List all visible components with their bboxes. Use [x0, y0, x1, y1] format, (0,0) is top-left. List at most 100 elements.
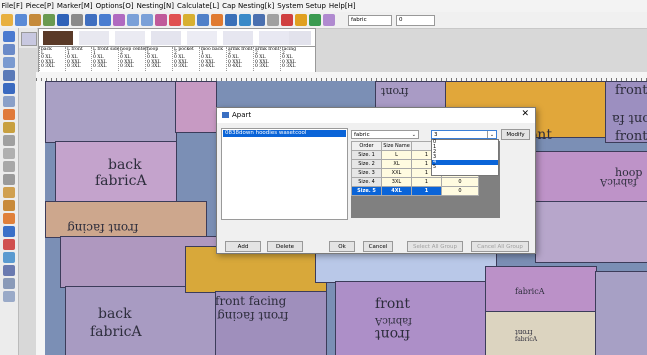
- line-icon[interactable]: [3, 161, 15, 172]
- export-icon[interactable]: [99, 14, 111, 26]
- notch-icon[interactable]: [3, 174, 15, 185]
- cancel-all-group-button[interactable]: Cancel All Group: [471, 241, 529, 252]
- piece-column[interactable]: L front 1 0 XL 0 XXL 0 3XL: [65, 47, 90, 73]
- layout-icon[interactable]: [253, 14, 265, 26]
- piece-column[interactable]: armk front 2 0 XL 0 XXL 0 3XL: [253, 47, 280, 73]
- flag-icon[interactable]: [309, 14, 321, 26]
- menu-piece[interactable]: Piece[P]: [24, 2, 55, 10]
- delete-button[interactable]: Delete: [267, 241, 303, 252]
- pin-icon[interactable]: [281, 14, 293, 26]
- cancel-button[interactable]: Cancel: [363, 241, 393, 252]
- fit-icon[interactable]: [3, 70, 15, 81]
- table-row[interactable]: Size. 4 3XL 1 0: [351, 177, 479, 187]
- layer-select[interactable]: 0: [396, 14, 435, 26]
- cut-icon[interactable]: [3, 135, 15, 146]
- brush-icon[interactable]: [3, 200, 15, 211]
- marker-list[interactable]: 0838down hoodies wasetcool: [221, 128, 348, 220]
- plot-icon[interactable]: [85, 14, 97, 26]
- marker-piece[interactable]: [65, 286, 217, 355]
- ok-button[interactable]: Ok: [329, 241, 355, 252]
- align-icon[interactable]: [3, 265, 15, 276]
- open-icon[interactable]: [1, 14, 13, 26]
- piece-thumb[interactable]: [289, 31, 311, 45]
- redo-icon[interactable]: [141, 14, 153, 26]
- piece-thumb[interactable]: [223, 31, 253, 45]
- grid-icon[interactable]: [197, 14, 209, 26]
- dropdown-option[interactable]: 5: [432, 165, 498, 170]
- menu-help[interactable]: Help[H]: [327, 2, 357, 10]
- fabric-combo[interactable]: fabric ⌄: [351, 130, 419, 139]
- table-icon[interactable]: [225, 14, 237, 26]
- pen-icon[interactable]: [155, 14, 167, 26]
- piece-thumb[interactable]: [79, 31, 109, 45]
- nest-icon[interactable]: [3, 252, 15, 263]
- canvas-label: front facing: [217, 309, 289, 323]
- piece-table: back L 0 XL 0 XXL 0 3XL L front 1 0 XL 0…: [38, 46, 316, 74]
- list-item[interactable]: 0838down hoodies wasetcool: [223, 130, 346, 137]
- chart-icon[interactable]: [239, 14, 251, 26]
- piece-thumb[interactable]: [259, 31, 289, 45]
- piece-thumb[interactable]: [43, 31, 73, 45]
- zoom-icon[interactable]: [3, 44, 15, 55]
- modify-button[interactable]: Modify: [501, 129, 530, 140]
- piece-column[interactable]: back L 0 XL 0 XXL 0 3XL: [39, 47, 64, 73]
- canvas-label: front: [375, 326, 410, 342]
- pen-tool-icon[interactable]: [3, 187, 15, 198]
- marker-icon[interactable]: [29, 14, 41, 26]
- fabric-select[interactable]: fabric: [348, 14, 392, 26]
- marker-piece[interactable]: [485, 311, 607, 355]
- piece-column[interactable]: hoop center 2 0 XL 0 XXL 0 3XL: [118, 47, 147, 73]
- view-toggle-icon[interactable]: [21, 32, 37, 46]
- flip-icon[interactable]: [3, 109, 15, 120]
- fabric-icon[interactable]: [323, 14, 335, 26]
- layout-tool-icon[interactable]: [3, 213, 15, 224]
- rotate-icon[interactable]: [3, 96, 15, 107]
- layer-icon[interactable]: [43, 14, 55, 26]
- star-icon[interactable]: [295, 14, 307, 26]
- move-icon[interactable]: [3, 83, 15, 94]
- marker-piece[interactable]: [175, 81, 217, 133]
- piece-column[interactable]: facing 2 0 XL 0 XXL 0 3XL: [280, 47, 315, 73]
- piece-icon[interactable]: [3, 239, 15, 250]
- add-button[interactable]: Add: [225, 241, 261, 252]
- piece-thumb[interactable]: [187, 31, 217, 45]
- zoom-out-icon[interactable]: [3, 57, 15, 68]
- piece-thumb[interactable]: [115, 31, 145, 45]
- piece-column[interactable]: moo back 1 0 XL 0 XXL 0 4XL: [199, 47, 224, 73]
- undo-icon[interactable]: [127, 14, 139, 26]
- menu-system-setup[interactable]: System Setup: [276, 2, 328, 10]
- group-icon[interactable]: [3, 226, 15, 237]
- marker-piece[interactable]: [595, 271, 647, 355]
- tool-icon[interactable]: [183, 14, 195, 26]
- menu-options[interactable]: Options[O]: [94, 2, 135, 10]
- menu-marker[interactable]: Marker[M]: [55, 2, 94, 10]
- menu-nesting[interactable]: Nesting[N]: [135, 2, 175, 10]
- piece-thumb[interactable]: [151, 31, 181, 45]
- heart-icon[interactable]: [169, 14, 181, 26]
- balance-icon[interactable]: [267, 14, 279, 26]
- save-icon[interactable]: [57, 14, 69, 26]
- menu-calculate[interactable]: Calculate[L]: [176, 2, 221, 10]
- measure-icon[interactable]: [3, 122, 15, 133]
- arc-icon[interactable]: [3, 148, 15, 159]
- select-all-group-button[interactable]: Select All Group: [407, 241, 463, 252]
- menu-file[interactable]: File[F]: [0, 2, 24, 10]
- menu-cap-nesting[interactable]: Cap Nesting[k]: [221, 2, 276, 10]
- piece-column[interactable]: L front side 1 0 XL 0 XXL 0 3XL: [91, 47, 119, 73]
- piece-column[interactable]: hoop L 0 XL 0 XXL 0 3XL: [145, 47, 170, 73]
- size-count-combo[interactable]: 3 ⌄: [431, 130, 497, 139]
- curve-icon[interactable]: [113, 14, 125, 26]
- table-row[interactable]: Size. 5 4XL 1 0: [351, 186, 479, 196]
- ruler-icon[interactable]: [3, 278, 15, 289]
- chevron-down-icon[interactable]: ⌄: [487, 131, 496, 138]
- marker-piece[interactable]: [535, 201, 647, 263]
- select-arrow-icon[interactable]: [3, 31, 15, 42]
- piece-column[interactable]: L pocket 2 0 XL 0 XXL 0 3XL: [172, 47, 197, 73]
- pencil-icon[interactable]: [211, 14, 223, 26]
- piece-column[interactable]: armk front 2 0 XL 0 XXL 0 4XL: [226, 47, 253, 73]
- text-tool-icon[interactable]: [3, 291, 15, 302]
- print-icon[interactable]: [71, 14, 83, 26]
- close-icon[interactable]: ✕: [521, 109, 529, 119]
- marker-piece[interactable]: [45, 81, 177, 143]
- new-icon[interactable]: [15, 14, 27, 26]
